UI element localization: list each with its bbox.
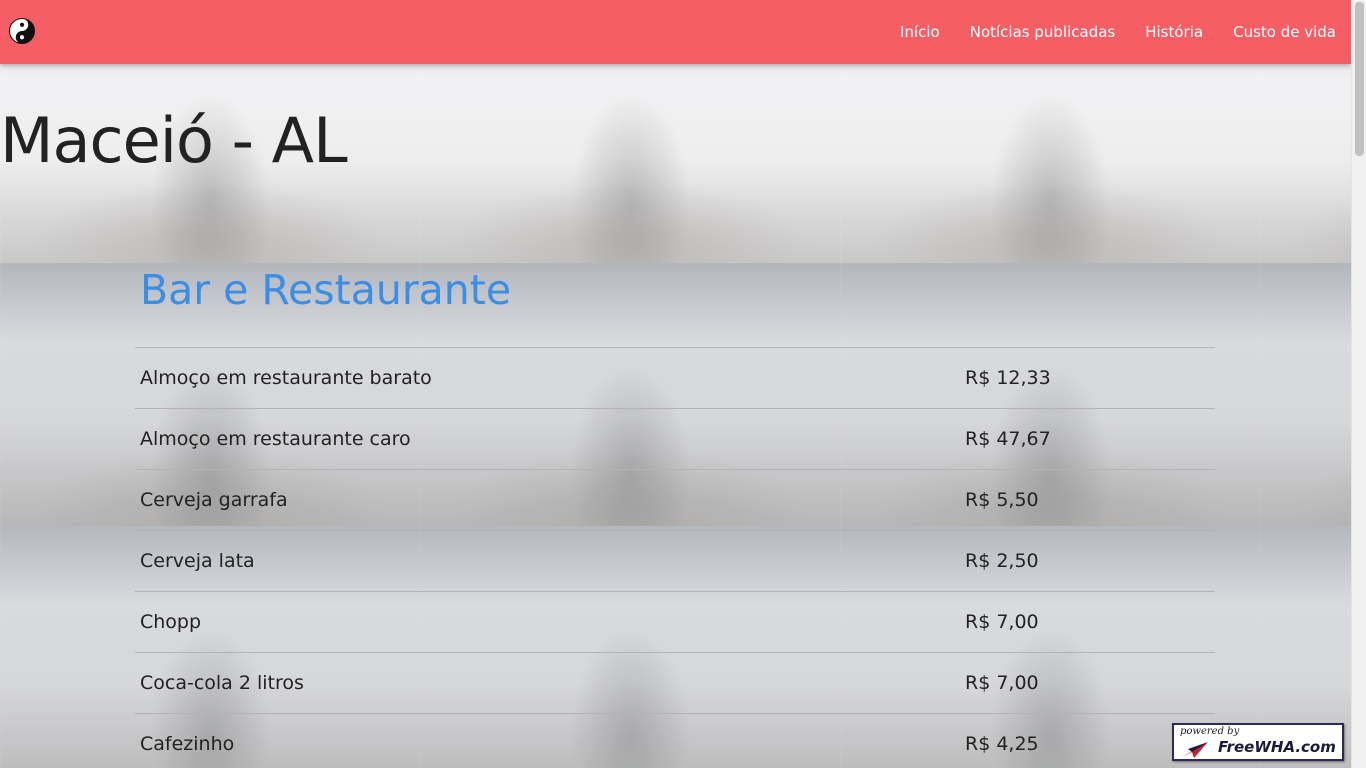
table-row: Chopp R$ 7,00 [135,591,1215,653]
vertical-scrollbar[interactable] [1351,0,1366,768]
table-row: Cerveja garrafa R$ 5,50 [135,469,1215,531]
navbar: Início Notícias publicadas História Cust… [0,0,1351,64]
item-price: R$ 12,33 [960,347,1215,409]
yin-yang-icon[interactable] [9,18,35,44]
item-name: Almoço em restaurante caro [135,408,960,470]
item-name: Chopp [135,591,960,653]
item-price: R$ 7,00 [960,652,1215,714]
page-title: Maceió - AL [0,104,348,177]
item-name: Cerveja lata [135,530,960,592]
item-name: Cerveja garrafa [135,469,960,531]
section-title: Bar e Restaurante [140,266,512,314]
scrollbar-thumb[interactable] [1355,2,1364,156]
table-row: Almoço em restaurante barato R$ 12,33 [135,347,1215,409]
paper-plane-icon [1182,742,1208,758]
item-price: R$ 7,00 [960,591,1215,653]
item-name: Cafezinho [135,713,960,768]
badge-small-text: powered by [1180,726,1240,737]
powered-by-badge[interactable]: powered by FreeWHA.com [1172,723,1344,761]
nav-link-inicio[interactable]: Início [885,0,955,64]
item-price: R$ 5,50 [960,469,1215,531]
item-price: R$ 47,67 [960,408,1215,470]
page: Início Notícias publicadas História Cust… [0,0,1351,768]
item-name: Almoço em restaurante barato [135,347,960,409]
price-table: Almoço em restaurante barato R$ 12,33 Al… [135,347,1215,768]
item-price: R$ 2,50 [960,530,1215,592]
table-row: Coca-cola 2 litros R$ 7,00 [135,652,1215,714]
table-row: Cerveja lata R$ 2,50 [135,530,1215,592]
badge-main-text: FreeWHA.com [1218,738,1336,756]
item-name: Coca-cola 2 litros [135,652,960,714]
nav-link-historia[interactable]: História [1130,0,1218,64]
nav-link-custo-de-vida[interactable]: Custo de vida [1218,0,1351,64]
nav-links: Início Notícias publicadas História Cust… [885,0,1351,64]
nav-link-noticias-publicadas[interactable]: Notícias publicadas [955,0,1131,64]
table-row: Cafezinho R$ 4,25 [135,713,1215,768]
table-row: Almoço em restaurante caro R$ 47,67 [135,408,1215,470]
